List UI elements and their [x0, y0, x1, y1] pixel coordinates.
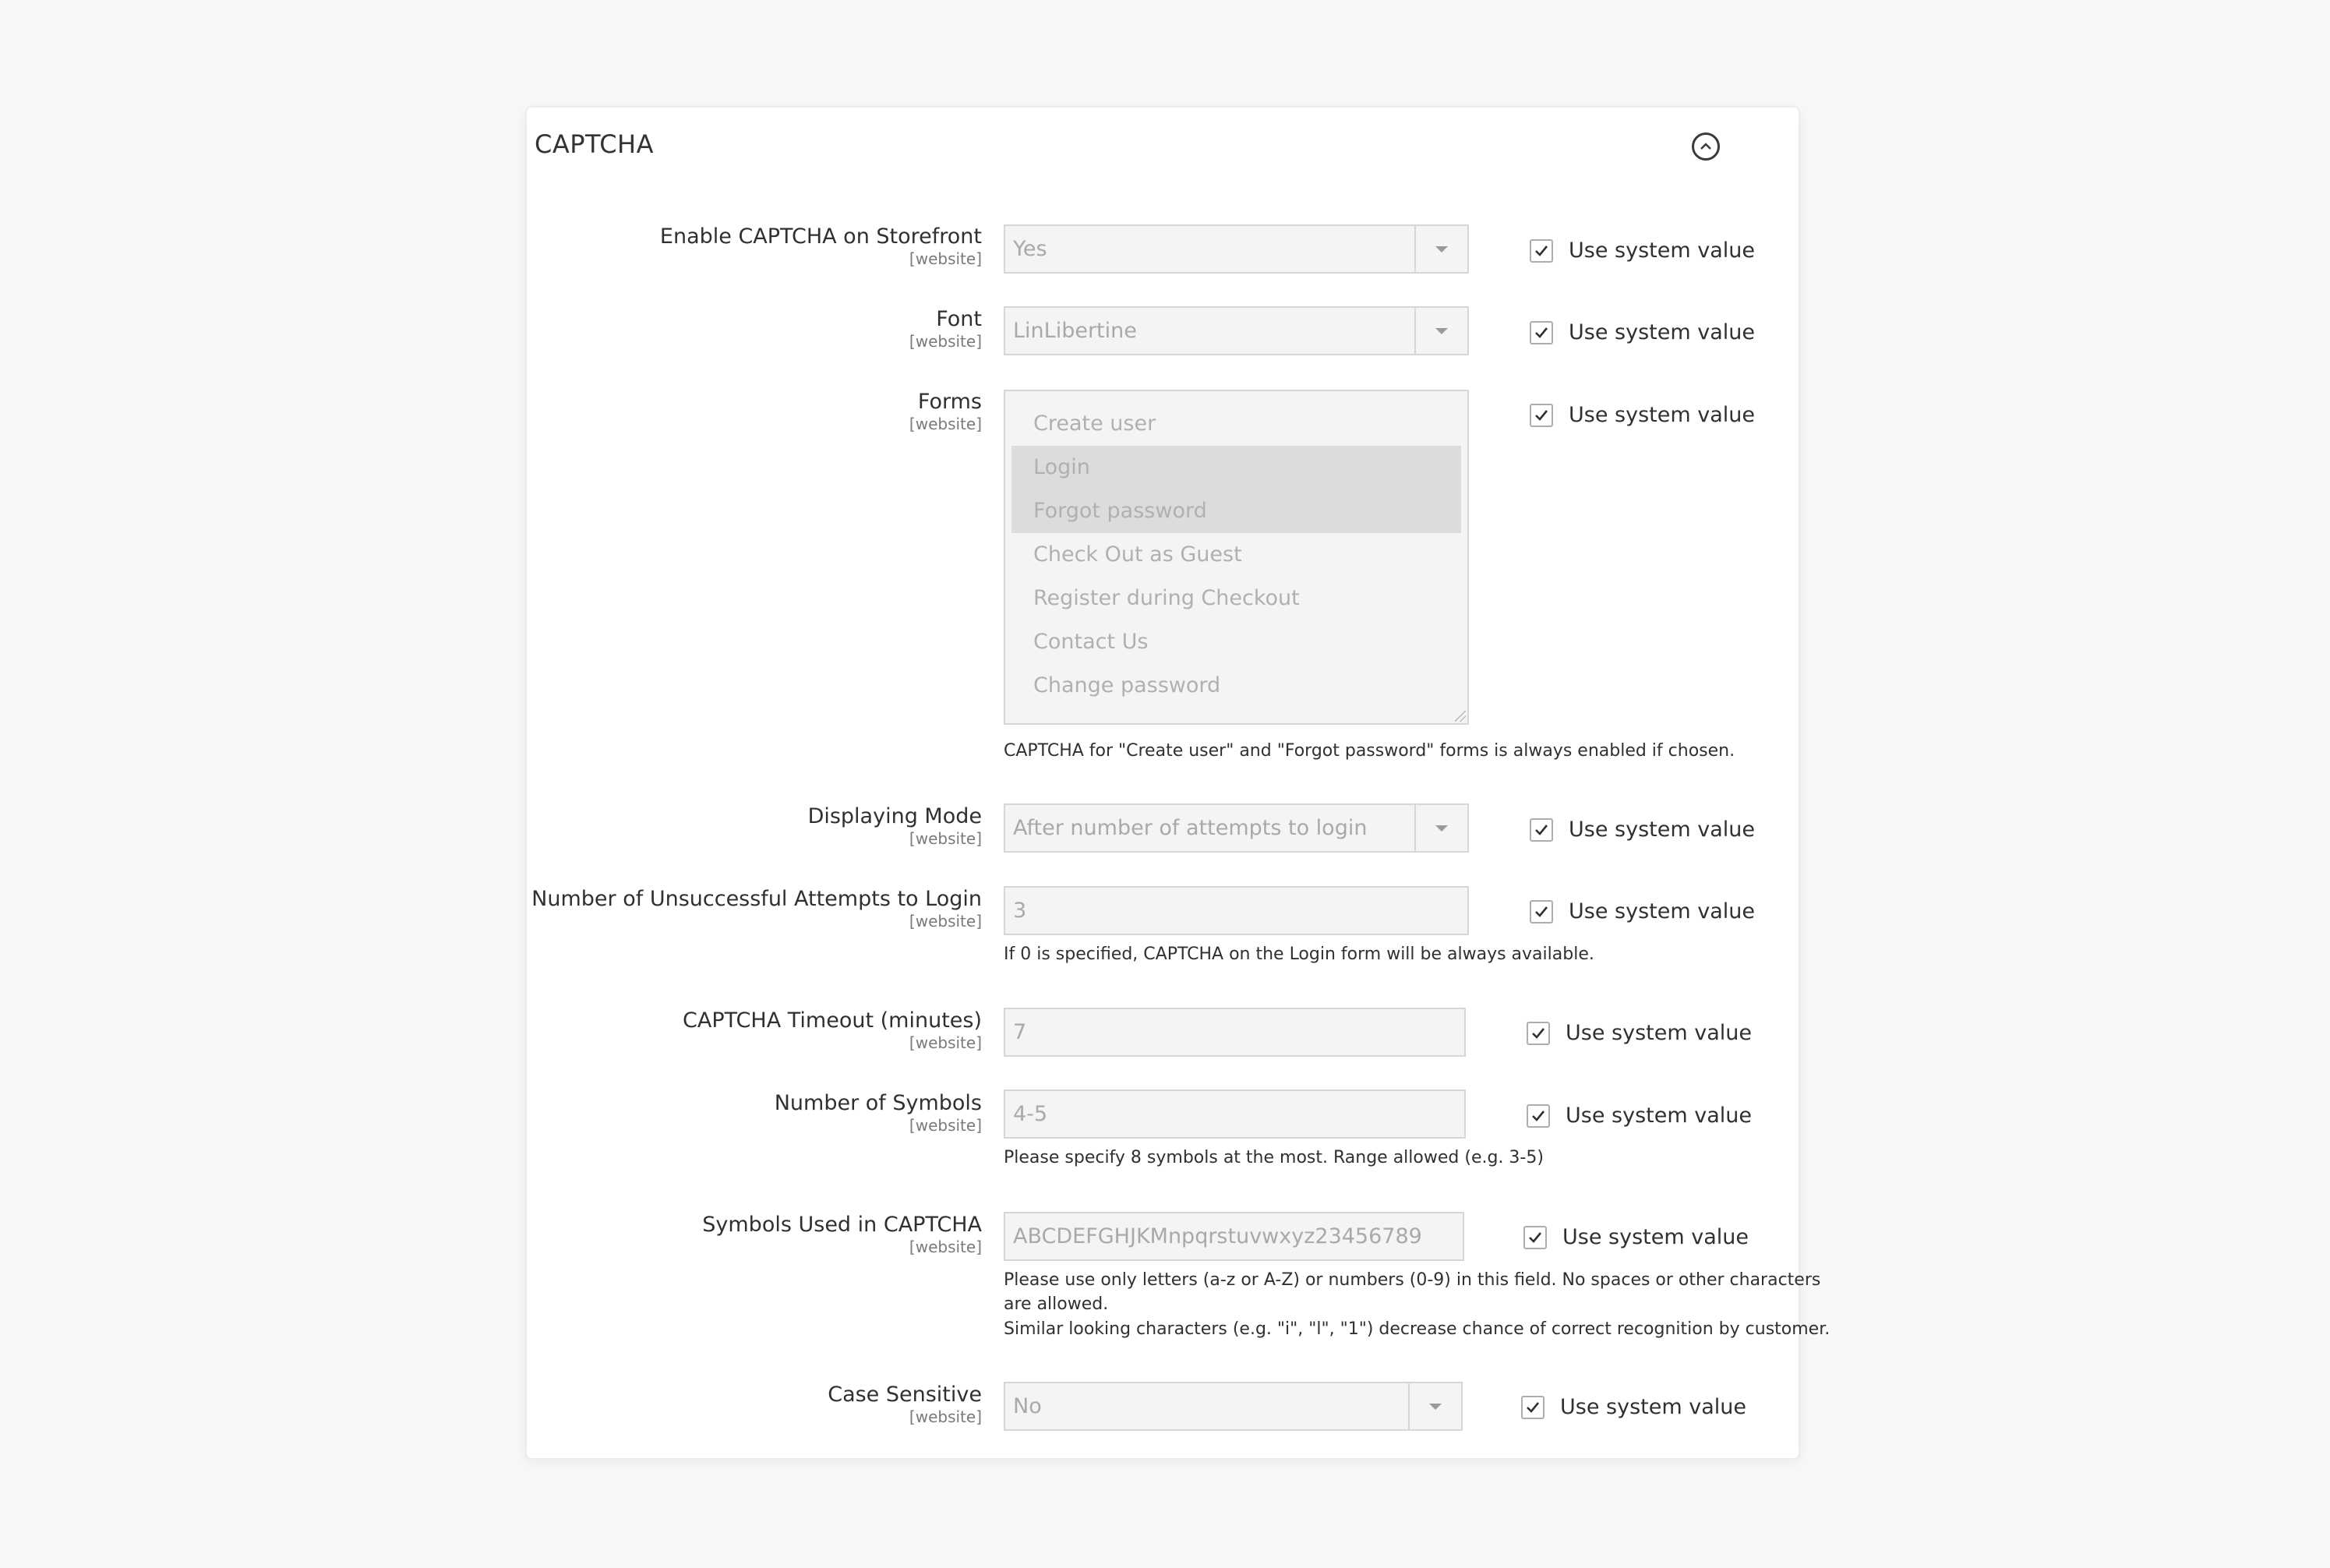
- checkbox[interactable]: [1530, 899, 1553, 923]
- attempts-note: If 0 is specified, CAPTCHA on the Login …: [1004, 945, 1594, 964]
- forms-note: CAPTCHA for "Create user" and "Forgot pa…: [1004, 741, 1735, 761]
- field-label: Symbols Used in CAPTCHA: [702, 1213, 982, 1237]
- forms-label: Forms [website]: [909, 390, 982, 433]
- font-label: Font [website]: [909, 307, 982, 351]
- forms-multiselect[interactable]: Create user Login Forgot password Check …: [1004, 390, 1469, 725]
- chevron-up-circle-icon[interactable]: [1692, 132, 1720, 161]
- field-label: CAPTCHA Timeout (minutes): [683, 1008, 982, 1033]
- checkbox-label: Use system value: [1569, 238, 1755, 263]
- timeout-label: CAPTCHA Timeout (minutes) [website]: [683, 1008, 982, 1052]
- scope-label: [website]: [909, 912, 982, 931]
- checkbox-label: Use system value: [1566, 1021, 1752, 1045]
- chevron-down-icon[interactable]: [1408, 1383, 1461, 1429]
- forms-option[interactable]: Forgot password: [1011, 489, 1461, 533]
- forms-option[interactable]: Login: [1011, 446, 1461, 489]
- chevron-down-icon[interactable]: [1414, 308, 1467, 354]
- input-value: 4-5: [1013, 1102, 1048, 1126]
- scope-label: [website]: [909, 1407, 982, 1426]
- field-label: Displaying Mode: [807, 804, 982, 828]
- checkbox[interactable]: [1527, 1021, 1550, 1045]
- checkbox[interactable]: [1530, 320, 1553, 344]
- checkbox-label: Use system value: [1569, 818, 1755, 842]
- case-sensitive-select[interactable]: No: [1004, 1382, 1463, 1431]
- use-system-value-enable-captcha[interactable]: Use system value: [1530, 238, 1755, 263]
- checkbox-label: Use system value: [1560, 1395, 1746, 1419]
- checkbox[interactable]: [1530, 238, 1553, 263]
- use-system-value-font[interactable]: Use system value: [1530, 320, 1755, 344]
- checkbox[interactable]: [1530, 403, 1553, 427]
- forms-option[interactable]: Check Out as Guest: [1011, 533, 1461, 577]
- symbols-used-note-line1: Please use only letters (a-z or A-Z) or …: [1004, 1270, 1821, 1290]
- checkbox[interactable]: [1530, 818, 1553, 842]
- checkbox[interactable]: [1521, 1395, 1545, 1419]
- forms-option[interactable]: Create user: [1011, 402, 1461, 446]
- field-label: Forms: [917, 390, 982, 414]
- use-system-value-case-sensitive[interactable]: Use system value: [1521, 1395, 1746, 1419]
- scope-label: [website]: [909, 1116, 982, 1135]
- symbols-used-note-line3: Similar looking characters (e.g. "i", "l…: [1004, 1319, 1830, 1339]
- use-system-value-symbols-used[interactable]: Use system value: [1523, 1225, 1749, 1249]
- field-label: Number of Unsuccessful Attempts to Login: [531, 887, 982, 911]
- forms-option[interactable]: Change password: [1011, 664, 1461, 708]
- enable-captcha-select[interactable]: Yes: [1004, 224, 1469, 274]
- scope-label: [website]: [909, 1238, 982, 1256]
- checkbox[interactable]: [1523, 1225, 1547, 1249]
- resize-handle-icon[interactable]: [1455, 711, 1466, 722]
- input-value: 3: [1013, 899, 1027, 923]
- field-label: Case Sensitive: [828, 1383, 982, 1407]
- symbols-used-note-line2: are allowed.: [1004, 1294, 1109, 1314]
- attempts-input[interactable]: 3: [1004, 886, 1469, 935]
- field-label: Enable CAPTCHA on Storefront: [659, 224, 982, 249]
- checkbox-label: Use system value: [1569, 320, 1755, 344]
- scope-label: [website]: [909, 1033, 982, 1052]
- font-select[interactable]: LinLibertine: [1004, 306, 1469, 355]
- use-system-value-attempts[interactable]: Use system value: [1530, 899, 1755, 923]
- input-value: 7: [1013, 1020, 1027, 1044]
- case-sensitive-label: Case Sensitive [website]: [828, 1383, 982, 1426]
- symbols-count-label: Number of Symbols [website]: [775, 1091, 982, 1135]
- use-system-value-forms[interactable]: Use system value: [1530, 403, 1755, 427]
- select-value: LinLibertine: [1013, 319, 1137, 343]
- checkbox-label: Use system value: [1569, 899, 1755, 923]
- checkbox-label: Use system value: [1566, 1104, 1752, 1128]
- displaying-mode-label: Displaying Mode [website]: [808, 804, 982, 848]
- scope-label: [website]: [909, 415, 982, 433]
- checkbox-label: Use system value: [1569, 403, 1755, 427]
- use-system-value-symbols-count[interactable]: Use system value: [1527, 1104, 1752, 1128]
- input-value: ABCDEFGHJKMnpqrstuvwxyz23456789: [1013, 1224, 1422, 1248]
- select-value: After number of attempts to login: [1013, 816, 1368, 840]
- scope-label: [website]: [909, 249, 982, 268]
- scope-label: [website]: [909, 332, 982, 351]
- section-title[interactable]: CAPTCHA: [535, 129, 654, 159]
- checkbox[interactable]: [1527, 1104, 1550, 1128]
- enable-captcha-label: Enable CAPTCHA on Storefront [website]: [660, 224, 982, 268]
- use-system-value-timeout[interactable]: Use system value: [1527, 1021, 1752, 1045]
- select-value: Yes: [1013, 237, 1047, 261]
- forms-option[interactable]: Register during Checkout: [1011, 577, 1461, 620]
- symbols-count-input[interactable]: 4-5: [1004, 1089, 1466, 1139]
- symbols-used-label: Symbols Used in CAPTCHA [website]: [702, 1213, 982, 1256]
- checkbox-label: Use system value: [1562, 1225, 1749, 1249]
- forms-option[interactable]: Contact Us: [1011, 620, 1461, 664]
- symbols-count-note: Please specify 8 symbols at the most. Ra…: [1004, 1148, 1544, 1167]
- use-system-value-displaying-mode[interactable]: Use system value: [1530, 818, 1755, 842]
- field-label: Font: [936, 307, 982, 331]
- chevron-down-icon[interactable]: [1414, 805, 1467, 851]
- attempts-label: Number of Unsuccessful Attempts to Login…: [531, 887, 982, 931]
- displaying-mode-select[interactable]: After number of attempts to login: [1004, 803, 1469, 853]
- timeout-input[interactable]: 7: [1004, 1008, 1466, 1057]
- select-value: No: [1013, 1394, 1042, 1418]
- chevron-down-icon[interactable]: [1414, 226, 1467, 272]
- scope-label: [website]: [909, 829, 982, 848]
- symbols-used-input[interactable]: ABCDEFGHJKMnpqrstuvwxyz23456789: [1004, 1212, 1464, 1261]
- field-label: Number of Symbols: [774, 1091, 982, 1115]
